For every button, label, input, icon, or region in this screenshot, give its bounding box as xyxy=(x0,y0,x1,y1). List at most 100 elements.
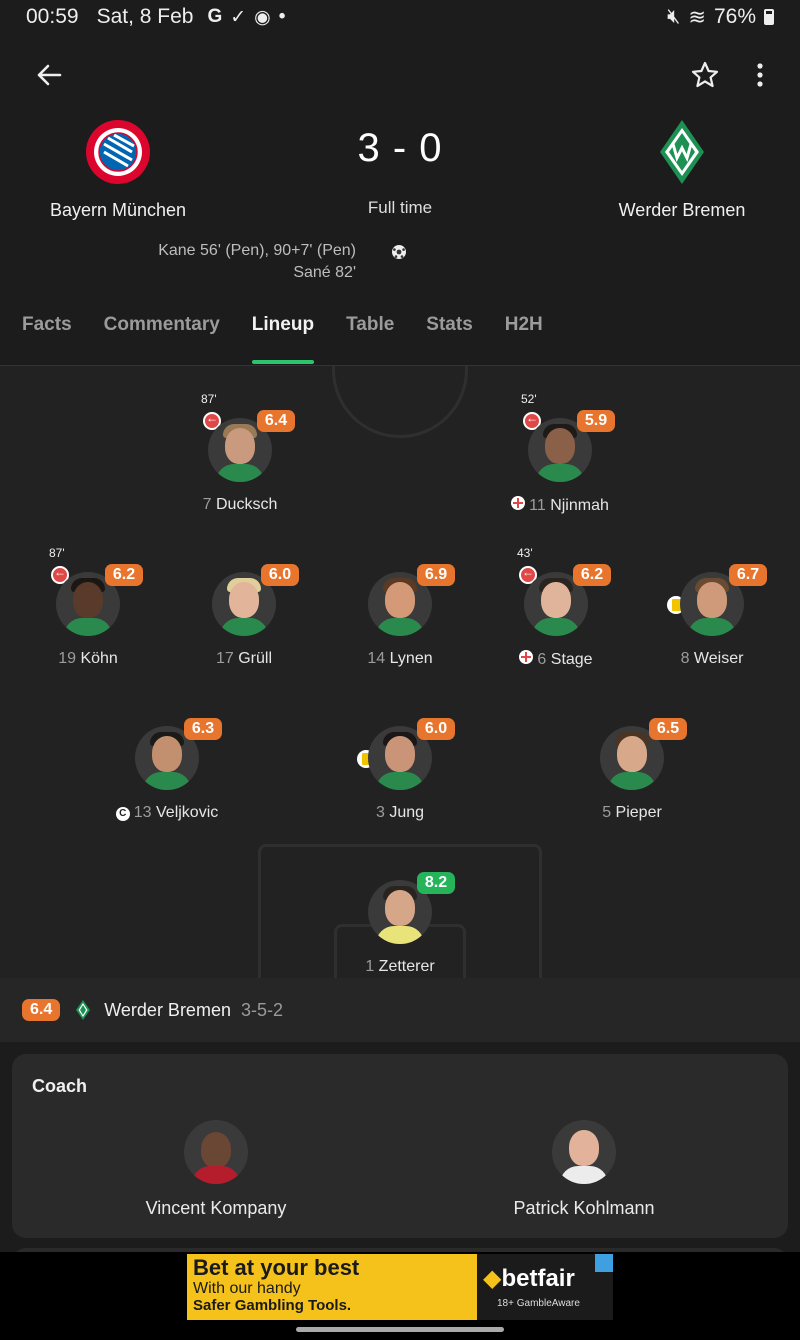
team-summary-bar[interactable]: 6.4 Werder Bremen 3-5-2 xyxy=(0,978,800,1042)
player-number: 3 xyxy=(375,804,385,821)
goal-scorers: Kane 56' (Pen), 90+7' (Pen) Sané 82' xyxy=(158,240,356,284)
player-kohn[interactable]: 87' 6.2 19 Köhn xyxy=(13,546,163,668)
tab-facts[interactable]: Facts xyxy=(22,310,72,365)
player-name: Grüll xyxy=(238,650,273,667)
player-weiser[interactable]: 6.7 8 Weiser xyxy=(637,564,787,668)
player-rating: 6.5 xyxy=(649,718,687,740)
team-name: Werder Bremen xyxy=(104,999,231,1020)
ad-banner[interactable]: Bet at your best With our handy Safer Ga… xyxy=(187,1254,613,1320)
player-name: Weiser xyxy=(693,650,744,667)
player-number: 13 xyxy=(133,804,152,821)
player-rating: 6.3 xyxy=(184,718,222,740)
match-status: Full time xyxy=(367,198,433,217)
player-name: Jung xyxy=(389,804,425,821)
ad-subline: With our handy xyxy=(193,1280,301,1297)
player-number: 7 xyxy=(202,496,212,513)
player-number: 5 xyxy=(602,804,612,821)
gesture-nav-bar[interactable] xyxy=(296,1327,504,1332)
player-number: 8 xyxy=(680,650,690,667)
player-number: 17 xyxy=(215,650,234,667)
player-number: 19 xyxy=(58,650,76,667)
age-badge: 18+ xyxy=(497,1298,514,1309)
player-stage[interactable]: 43' 6.2 6 Stage xyxy=(481,546,631,669)
player-name: Köhn xyxy=(80,650,118,667)
sub-minute: 87' xyxy=(201,392,217,406)
coach-title: Coach xyxy=(32,1076,88,1096)
ad-tagline: Safer Gambling Tools. xyxy=(193,1297,352,1314)
player-name: Lynen xyxy=(389,650,433,667)
avatar xyxy=(552,1120,616,1184)
player-number: 1 xyxy=(365,958,375,975)
player-rating: 6.2 xyxy=(105,564,143,586)
ad-brand-logo: ◆betfair xyxy=(483,1265,575,1292)
tab-commentary[interactable]: Commentary xyxy=(104,310,220,365)
player-number: 11 xyxy=(529,497,546,514)
ad-choices-icon[interactable] xyxy=(595,1254,613,1272)
player-rating: 5.9 xyxy=(577,410,615,432)
home-team[interactable]: Bayern München xyxy=(0,118,238,221)
player-name: Veljkovic xyxy=(156,804,219,821)
away-coach[interactable]: Patrick Kohlmann xyxy=(454,1120,714,1219)
home-team-name: Bayern München xyxy=(49,200,187,220)
player-pieper[interactable]: 6.5 5 Pieper xyxy=(557,718,707,822)
away-team-name: Werder Bremen xyxy=(618,200,746,220)
coach-card: Coach Vincent Kompany Patrick Kohlmann xyxy=(12,1054,788,1238)
favorite-star-icon[interactable] xyxy=(690,60,720,90)
sub-minute: 43' xyxy=(517,546,533,560)
player-name: Njinmah xyxy=(550,497,609,514)
away-team[interactable]: Werder Bremen xyxy=(562,118,800,221)
player-jung[interactable]: 6.0 3 Jung xyxy=(325,718,475,822)
player-veljkovic[interactable]: 6.3 C 13 Veljkovic xyxy=(92,718,242,822)
home-coach[interactable]: Vincent Kompany xyxy=(86,1120,346,1219)
avatar xyxy=(184,1120,248,1184)
tab-stats[interactable]: Stats xyxy=(426,310,472,365)
team-rating: 6.4 xyxy=(22,999,61,1021)
injury-icon xyxy=(511,496,526,510)
tab-table[interactable]: Table xyxy=(346,310,394,365)
player-rating: 8.2 xyxy=(417,872,455,894)
player-njinmah[interactable]: 52' 5.9 11 Njinmah xyxy=(485,392,635,515)
player-number: 6 xyxy=(537,651,547,668)
dot-icon: • xyxy=(278,6,286,27)
player-rating: 6.2 xyxy=(573,564,611,586)
player-name: Ducksch xyxy=(216,496,278,513)
wifi-icon: ≋ xyxy=(688,5,706,29)
battery-icon xyxy=(764,9,774,25)
player-name: Pieper xyxy=(615,804,662,821)
tab-lineup[interactable]: Lineup xyxy=(251,310,315,365)
google-icon: G xyxy=(207,6,223,27)
team-formation: 3-5-2 xyxy=(240,999,283,1020)
player-rating: 6.9 xyxy=(417,564,455,586)
player-name: Stage xyxy=(550,651,593,668)
player-name: Zetterer xyxy=(378,958,435,975)
football-icon xyxy=(392,245,406,259)
mute-icon: 🔇︎ xyxy=(667,5,681,28)
player-zetterer[interactable]: 8.2 1 Zetterer xyxy=(325,872,475,976)
status-date: Sat, 8 Feb xyxy=(96,5,194,28)
center-circle xyxy=(332,366,468,438)
more-options-icon[interactable] xyxy=(748,60,772,90)
check-icon: ✓ xyxy=(230,6,247,28)
bayern-crest-icon xyxy=(86,120,150,184)
captain-icon: C xyxy=(115,807,130,821)
werder-crest-icon xyxy=(76,1000,91,1020)
player-rating: 6.0 xyxy=(417,718,455,740)
back-arrow-icon[interactable] xyxy=(34,60,64,90)
player-rating: 6.0 xyxy=(261,564,299,586)
status-bar: 00:59 Sat, 8 Feb G ✓ ◉ • 🔇︎ ≋ 76% xyxy=(0,0,800,34)
scorer-line: Kane 56' (Pen), 90+7' (Pen) xyxy=(158,242,356,259)
match-score: 3 - 0 xyxy=(357,126,443,170)
player-ducksch[interactable]: 87' 6.4 7 Ducksch xyxy=(165,392,315,514)
gambleaware-label: GambleAware xyxy=(516,1298,580,1309)
messenger-icon: ◉ xyxy=(254,6,271,28)
battery-percent: 76% xyxy=(713,5,756,28)
tab-h2h[interactable]: H2H xyxy=(505,310,543,365)
scorer-line: Sané 82' xyxy=(293,264,356,281)
injury-icon xyxy=(519,650,534,664)
coach-name: Patrick Kohlmann xyxy=(513,1198,655,1218)
player-grull[interactable]: 6.0 17 Grüll xyxy=(169,564,319,668)
player-lynen[interactable]: 6.9 14 Lynen xyxy=(325,564,475,668)
coach-name: Vincent Kompany xyxy=(145,1198,287,1218)
lineup-pitch: 87' 6.4 7 Ducksch 52' 5.9 11 Njinmah 87'… xyxy=(0,366,800,978)
sub-minute: 52' xyxy=(521,392,537,406)
